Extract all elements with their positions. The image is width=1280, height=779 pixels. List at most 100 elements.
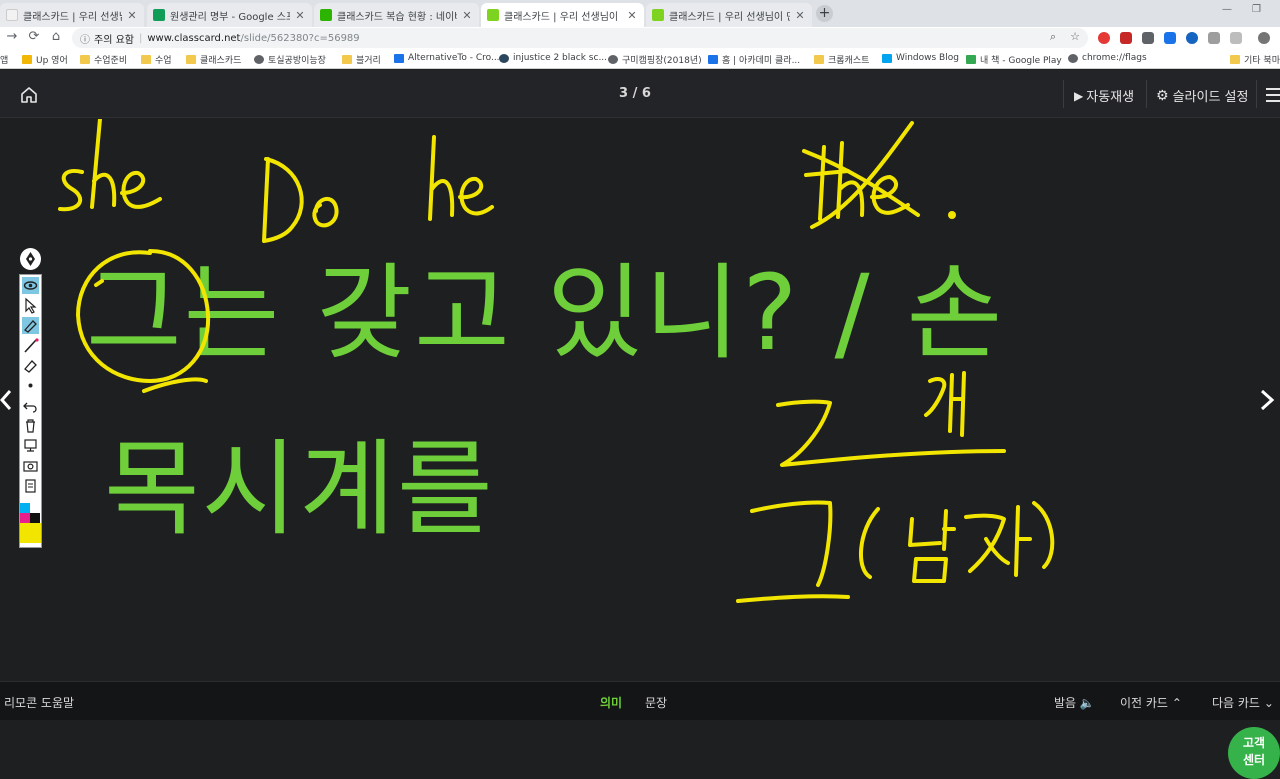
bookmark-folder[interactable]: 수업준비 [80, 53, 127, 66]
slide-settings-label: 슬라이드 설정 [1172, 90, 1249, 105]
extension-icon[interactable] [1208, 32, 1220, 44]
color-swatch-white[interactable] [30, 503, 40, 513]
chevron-down-icon: ⌄ [1263, 696, 1274, 710]
speaker-icon: 🔈 [1079, 696, 1095, 710]
new-tab-button[interactable]: + [816, 5, 833, 22]
page-indicator: 3 / 6 [619, 86, 651, 101]
remote-help-button[interactable]: 리모콘 도움말 [4, 694, 74, 711]
tab-close-icon[interactable]: ✕ [461, 9, 473, 22]
undo-icon[interactable] [22, 397, 39, 414]
chevron-up-icon: ⌃ [1171, 696, 1182, 710]
bookmark-item[interactable]: chrome://flags [1068, 53, 1147, 63]
clipboard-icon[interactable] [22, 477, 39, 494]
extension-icon[interactable] [1120, 32, 1132, 44]
next-slide-arrow-icon[interactable] [1258, 385, 1278, 415]
bookmark-label: injustice 2 black sc... [513, 53, 608, 63]
slide-settings-button[interactable]: ⚙ 슬라이드 설정 [1156, 86, 1249, 106]
bookmark-label: Windows Blog [896, 53, 959, 63]
browser-tab[interactable]: 클래스카드 복습 현황 : 네이버 블로그 ✕ [314, 3, 479, 27]
cursor-icon[interactable] [22, 297, 39, 314]
bookmark-folder[interactable]: 기타 북마크 [1230, 53, 1280, 66]
forward-icon[interactable]: → [4, 29, 20, 44]
customer-center-button[interactable]: 고객 센터 [1228, 727, 1280, 779]
color-swatch-yellow-selected[interactable] [20, 523, 41, 543]
extension-icon[interactable] [1164, 32, 1176, 44]
browser-tab-active[interactable]: 클래스카드 | 우리 선생님이 만든 ✕ [481, 3, 644, 27]
tab-favicon-icon [6, 9, 18, 21]
globe-icon [608, 55, 618, 64]
bookmark-item[interactable]: 홈 | 아카데미 클라... [708, 53, 800, 66]
eye-icon[interactable] [22, 277, 39, 294]
minimize-icon[interactable]: — [1222, 4, 1232, 15]
bookmark-folder[interactable]: 블거리 [342, 53, 381, 66]
tab-close-icon[interactable]: ✕ [126, 9, 138, 22]
home-browser-icon[interactable]: ⌂ [48, 29, 64, 44]
cast-icon[interactable] [1230, 32, 1242, 44]
bookmark-item[interactable]: Windows Blog [882, 53, 959, 63]
color-swatch-magenta[interactable] [20, 513, 30, 523]
tab-close-icon[interactable]: ✕ [626, 9, 638, 22]
bookmark-item[interactable]: 구미캠핑장(2018년) [608, 53, 702, 66]
ink-char-nam [908, 509, 956, 583]
bookmark-item[interactable]: injustice 2 black sc... [499, 53, 607, 63]
color-swatch-black[interactable] [30, 513, 40, 523]
bookmark-item[interactable]: Up 영어 [22, 53, 68, 66]
opera-extension-icon[interactable] [1098, 32, 1110, 44]
pronounce-button[interactable]: 발음 🔈 [1054, 694, 1095, 711]
bookmark-folder[interactable]: 수업 [141, 53, 172, 66]
ink-char-geu-lower [736, 500, 850, 603]
color-swatch-cyan[interactable] [20, 503, 30, 513]
alternativeto-icon [394, 53, 404, 63]
eraser-icon[interactable] [22, 357, 39, 374]
bookmark-label: Up 영어 [36, 56, 68, 66]
browser-tab[interactable]: 클래스카드 | 우리 선생님이 만든 ✕ [646, 3, 812, 27]
slide-header: 3 / 6 ▶ 자동재생 ⚙ 슬라이드 설정 [0, 70, 1280, 118]
bookmark-item[interactable]: 내 책 - Google Play [966, 53, 1062, 66]
autoplay-button[interactable]: ▶ 자동재생 [1074, 86, 1134, 106]
tab-meaning[interactable]: 의미 [600, 694, 622, 711]
camera-icon[interactable] [22, 457, 39, 474]
tab-sentence[interactable]: 문장 [645, 694, 667, 711]
pen-icon[interactable] [22, 337, 39, 354]
ink-char-ja [964, 505, 1032, 577]
bookmark-item[interactable]: AlternativeTo - Cro... [394, 53, 500, 63]
trash-icon[interactable] [22, 417, 39, 434]
extension-icon[interactable] [1186, 32, 1198, 44]
browser-tab[interactable]: 클래스카드 | 우리 선생님이 만든 ✕ [0, 3, 144, 27]
menu-icon[interactable] [1266, 88, 1280, 106]
pen-nib-icon[interactable] [20, 248, 41, 270]
slide-canvas: 그는 갖고 있니? / 손 목시계를 고객 센터 [0, 119, 1280, 779]
profile-avatar[interactable] [1258, 32, 1270, 44]
url-path: /slide/562380?c=56989 [240, 32, 360, 44]
bookmark-folder[interactable]: 클래스카드 [186, 53, 241, 66]
slide-sentence-line-2: 목시계를 [104, 428, 495, 550]
bookmark-item[interactable]: 앱 [0, 53, 8, 66]
browser-tab[interactable]: 원생관리 명부 - Google 스프레드시트 ✕ [147, 3, 312, 27]
prev-card-button[interactable]: 이전 카드 ⌃ [1120, 694, 1182, 711]
bookmark-folder[interactable]: 크롬캐스트 [814, 53, 869, 66]
info-icon[interactable]: ⓘ [80, 31, 90, 46]
screen-icon[interactable] [22, 437, 39, 454]
search-icon[interactable]: ⌕ [1050, 30, 1056, 43]
bookmark-label: 구미캠핑장(2018년) [622, 56, 702, 66]
bookmark-item[interactable]: 토실공방이능장 [254, 53, 326, 66]
help-label-line-2: 센터 [1242, 753, 1266, 767]
extension-icon[interactable] [1142, 32, 1154, 44]
prev-slide-arrow-icon[interactable] [0, 385, 20, 415]
next-card-button[interactable]: 다음 카드 ⌄ [1212, 694, 1274, 711]
bookmark-label: 클래스카드 [200, 56, 242, 66]
pen-annotation-layer [58, 119, 1055, 603]
home-icon[interactable] [18, 84, 40, 106]
chrome-flags-icon [1068, 53, 1078, 63]
dot-size-icon[interactable] [22, 377, 39, 394]
address-bar[interactable]: ⓘ 주의 요함 | www.classcard.net/slide/562380… [72, 28, 1088, 48]
reload-icon[interactable]: ⟳ [26, 29, 42, 44]
restore-icon[interactable]: ❐ [1252, 4, 1261, 15]
folder-icon [342, 55, 352, 64]
url-domain: www.classcard.net [147, 32, 241, 44]
tab-close-icon[interactable]: ✕ [294, 9, 306, 22]
address-separator: | [138, 32, 143, 44]
tab-close-icon[interactable]: ✕ [794, 9, 806, 22]
star-icon[interactable]: ☆ [1070, 30, 1080, 43]
highlighter-icon[interactable] [22, 317, 39, 334]
